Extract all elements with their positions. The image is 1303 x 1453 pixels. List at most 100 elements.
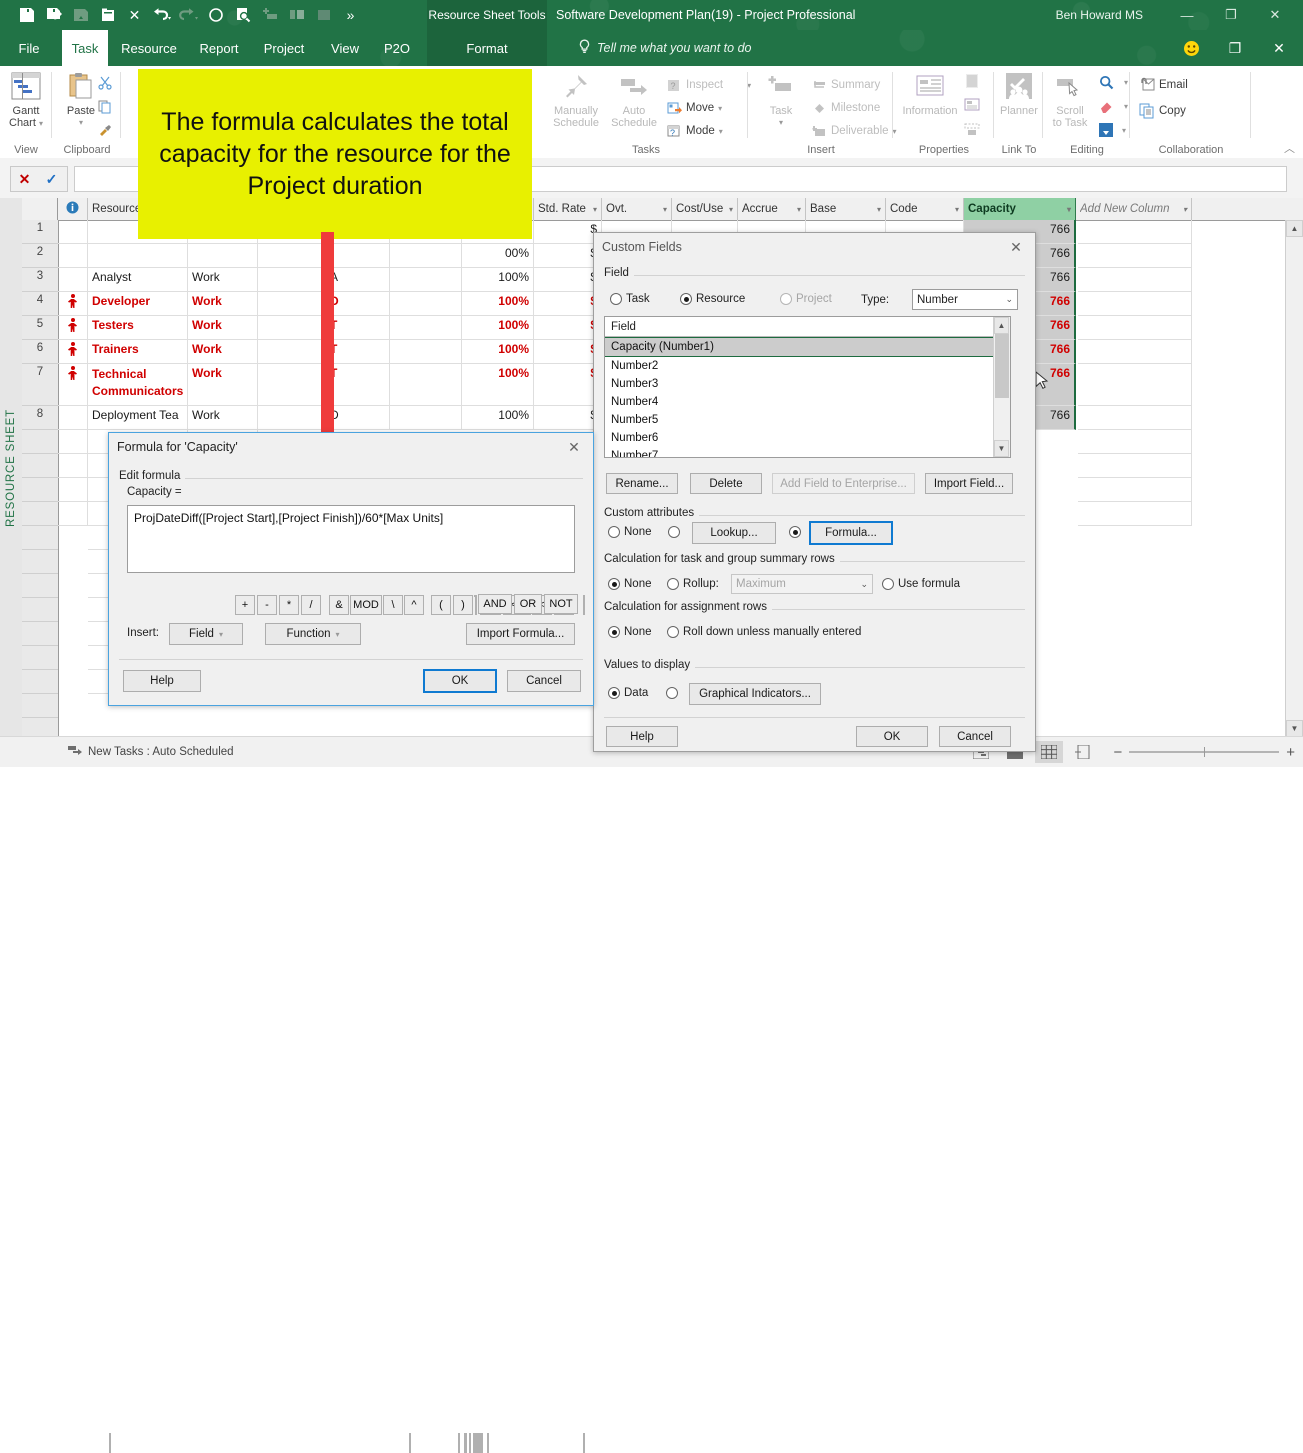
grid-icon[interactable] <box>311 2 336 28</box>
split-icon[interactable] <box>284 2 309 28</box>
radio-summary-rollup[interactable]: Rollup: <box>667 578 719 590</box>
field-list-scrollbar[interactable]: ▲ ▼ <box>993 317 1010 457</box>
row-number-blank[interactable] <box>22 478 58 502</box>
scroll-up-icon[interactable]: ▲ <box>1286 220 1303 237</box>
table-cell-max-units[interactable]: 100% <box>462 268 534 292</box>
list-item-field[interactable]: Number2 <box>605 357 1010 375</box>
table-cell-type[interactable]: Work <box>188 316 258 340</box>
mode-caret-icon[interactable]: ▾ <box>719 127 723 136</box>
move-caret-icon[interactable]: ▾ <box>718 104 722 113</box>
list-scroll-up-icon[interactable]: ▲ <box>994 317 1009 334</box>
radio-values-data[interactable]: Data <box>608 687 648 699</box>
gantt-chart-button[interactable]: Gantt Chart ▾ <box>0 70 54 136</box>
table-row-indicator[interactable] <box>58 340 88 364</box>
table-cell-group[interactable] <box>390 292 462 316</box>
column-header-std-rate[interactable]: Std. Rate ▾ <box>534 198 602 220</box>
tab-project[interactable]: Project <box>253 30 315 66</box>
grid-vertical-scrollbar[interactable]: ▲ ▼ <box>1285 220 1303 737</box>
list-item-field[interactable]: Number5 <box>605 411 1010 429</box>
table-cell-add-new[interactable] <box>1078 244 1192 268</box>
user-account-name[interactable]: Ben Howard MS <box>1056 0 1143 30</box>
fill-down-button[interactable]: ▾ <box>1098 119 1126 141</box>
formula-textarea[interactable]: ProjDateDiff([Project Start],[Project Fi… <box>127 505 575 573</box>
new-tasks-status[interactable]: New Tasks : Auto Scheduled <box>68 737 234 767</box>
radio-task[interactable]: Task <box>610 293 650 305</box>
save-as-icon[interactable] <box>41 2 66 28</box>
zoom-slider-container[interactable]: − + <box>1113 745 1295 760</box>
email-button[interactable]: Email <box>1139 74 1188 96</box>
import-formula-button[interactable]: Import Formula... <box>466 623 575 645</box>
auto-schedule-button[interactable]: Auto Schedule <box>606 70 662 136</box>
find-button[interactable]: ▾ <box>1098 71 1128 93</box>
insert-function-button[interactable]: Function ▾ <box>265 623 361 645</box>
operator-ampersand-button[interactable]: & <box>329 595 349 615</box>
table-cell-max-units[interactable]: 100% <box>462 316 534 340</box>
find-caret-icon[interactable]: ▾ <box>1124 78 1128 87</box>
mode-button[interactable]: ? Mode ▾ <box>666 120 723 142</box>
table-cell-max-units[interactable]: 100% <box>462 364 534 406</box>
accept-entry-icon[interactable]: ✓ <box>38 171 65 188</box>
radio-values-graphical[interactable] <box>666 687 678 699</box>
row-number[interactable]: 5 <box>22 316 58 340</box>
table-cell-empty[interactable] <box>1078 502 1192 526</box>
table-cell-add-new[interactable] <box>1078 220 1192 244</box>
table-row-indicator[interactable] <box>58 220 88 244</box>
fill-down-caret-icon[interactable]: ▾ <box>1122 126 1126 135</box>
table-row-indicator[interactable] <box>58 244 88 268</box>
row-number-blank[interactable] <box>22 454 58 478</box>
list-item-field[interactable]: Number7 <box>605 447 1010 457</box>
table-row-indicator[interactable] <box>58 364 88 406</box>
zoom-in-button[interactable]: + <box>1286 745 1295 760</box>
type-select[interactable]: Number ⌄ <box>912 289 1018 310</box>
row-number-blank[interactable] <box>22 526 58 550</box>
table-cell-type[interactable]: Work <box>188 292 258 316</box>
radio-roll-down[interactable]: Roll down unless manually entered <box>667 626 861 638</box>
save-icon[interactable] <box>14 2 39 28</box>
column-header-add-new-column[interactable]: Add New Column ▾ <box>1076 198 1192 220</box>
tell-me-search[interactable]: Tell me what you want to do <box>578 30 752 66</box>
column-header-base-calendar[interactable]: Base ▾ <box>806 198 886 220</box>
table-cell-std-rate[interactable]: $ <box>534 316 602 340</box>
format-painter-button[interactable] <box>97 120 113 142</box>
collapse-ribbon-icon[interactable]: ︿ <box>1284 140 1295 156</box>
row-number-blank[interactable] <box>22 694 58 718</box>
ribbon-display-options-icon[interactable]: ❐ <box>1215 33 1255 63</box>
formula-button[interactable]: Formula... <box>809 521 893 545</box>
radio-attr-none[interactable]: None <box>608 526 652 538</box>
planner-button[interactable]: Planner <box>991 70 1047 136</box>
table-cell-group[interactable] <box>390 316 462 340</box>
cancel-entry-icon[interactable]: ✕ <box>11 171 38 188</box>
table-cell-type[interactable]: Work <box>188 406 258 430</box>
custom-fields-help-button[interactable]: Help <box>606 726 678 747</box>
table-cell-empty[interactable] <box>58 454 88 478</box>
row-number[interactable]: 7 <box>22 364 58 406</box>
zoom-slider[interactable] <box>1129 747 1280 757</box>
tab-p2o[interactable]: P2O <box>375 30 419 66</box>
tab-format[interactable]: Format <box>427 30 547 66</box>
row-number-blank[interactable] <box>22 430 58 454</box>
row-number[interactable]: 1 <box>22 220 58 244</box>
table-cell-empty[interactable] <box>1078 478 1192 502</box>
table-cell-std-rate[interactable]: $ <box>534 340 602 364</box>
row-number-blank[interactable] <box>22 670 58 694</box>
add-to-timeline-button[interactable] <box>964 118 980 140</box>
print-preview-icon[interactable] <box>230 2 255 28</box>
deliverable-button[interactable]: Deliverable ▾ <box>811 120 897 142</box>
operator-open-paren-button[interactable]: ( <box>431 595 451 615</box>
operator-caret-button[interactable]: ^ <box>404 595 424 615</box>
table-cell-resource-name[interactable]: Trainers <box>88 340 188 364</box>
row-number[interactable]: 3 <box>22 268 58 292</box>
list-item-field[interactable]: Number6 <box>605 429 1010 447</box>
radio-use-formula[interactable]: Use formula <box>882 578 960 590</box>
formula-cancel-button[interactable]: Cancel <box>507 670 581 692</box>
row-number[interactable]: 2 <box>22 244 58 268</box>
table-cell-resource-name[interactable]: Developer <box>88 292 188 316</box>
manually-schedule-button[interactable]: Manually Schedule <box>548 70 604 136</box>
table-cell-group[interactable] <box>390 340 462 364</box>
tab-file[interactable]: File <box>8 30 50 66</box>
radio-attr-formula[interactable] <box>789 526 801 538</box>
import-field-button[interactable]: Import Field... <box>925 473 1013 494</box>
table-cell-add-new[interactable] <box>1078 364 1192 406</box>
list-item-field[interactable]: Number4 <box>605 393 1010 411</box>
operator-and-button[interactable]: AND <box>478 594 512 614</box>
